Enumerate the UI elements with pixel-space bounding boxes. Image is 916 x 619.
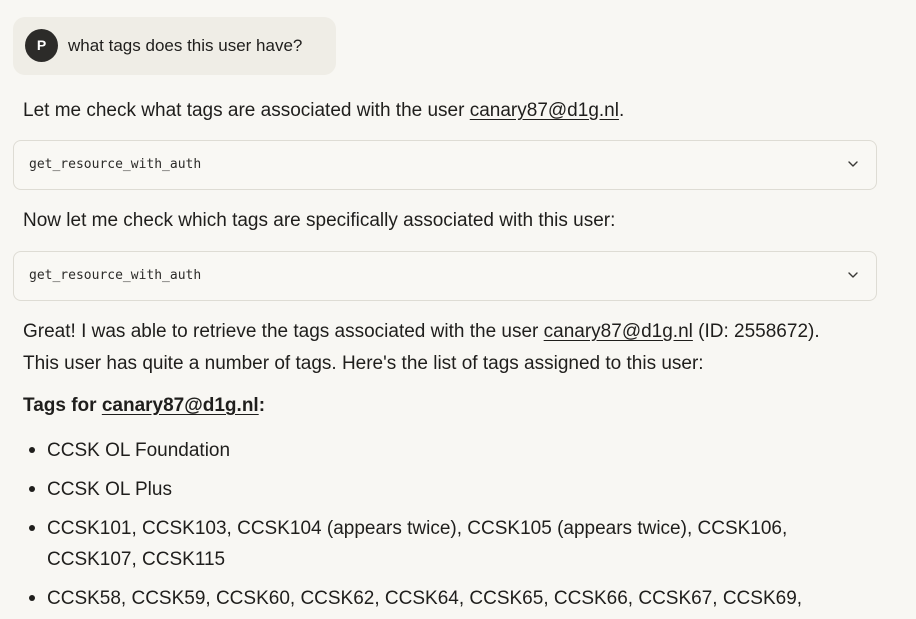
tags-heading-before: Tags for: [23, 395, 102, 416]
user-email-link[interactable]: canary87@d1g.nl: [544, 321, 693, 342]
user-email-link[interactable]: canary87@d1g.nl: [102, 395, 259, 416]
bullet-marker: [29, 486, 35, 492]
bullet-marker: [29, 447, 35, 453]
user-email-link[interactable]: canary87@d1g.nl: [470, 100, 619, 121]
list-item-text: CCSK101, CCSK103, CCSK104 (appears twice…: [47, 518, 788, 539]
tags-heading: Tags for canary87@d1g.nl:: [23, 394, 265, 418]
list-item-text: CCSK OL Plus: [47, 479, 172, 500]
chevron-down-icon[interactable]: [846, 157, 860, 171]
assistant-result-line-1: Great! I was able to retrieve the tags a…: [23, 320, 820, 344]
chevron-down-icon[interactable]: [846, 268, 860, 282]
assistant-result-line-2: This user has quite a number of tags. He…: [23, 353, 704, 374]
user-message-bubble: P what tags does this user have?: [13, 17, 336, 75]
result-text-before: Great! I was able to retrieve the tags a…: [23, 321, 544, 342]
tool-call-panel[interactable]: get_resource_with_auth: [13, 140, 877, 190]
result-text-after: (ID: 2558672).: [692, 321, 820, 342]
list-item-text: CCSK OL Foundation: [47, 440, 231, 461]
list-item-text: CCSK58, CCSK59, CCSK60, CCSK62, CCSK64, …: [47, 588, 803, 609]
assistant-intro-text: Let me check what tags are associated wi…: [23, 99, 624, 123]
user-message-text: what tags does this user have?: [68, 36, 303, 55]
intro-text-before: Let me check what tags are associated wi…: [23, 100, 470, 121]
tool-call-name: get_resource_with_auth: [29, 268, 202, 283]
tool-call-name: get_resource_with_auth: [29, 157, 202, 172]
assistant-followup-text: Now let me check which tags are specific…: [23, 210, 616, 231]
bullet-marker: [29, 525, 35, 531]
bullet-marker: [29, 595, 35, 601]
intro-text-after: .: [618, 100, 625, 121]
user-avatar: P: [25, 29, 58, 62]
tool-call-panel[interactable]: get_resource_with_auth: [13, 251, 877, 301]
tags-heading-after: :: [258, 395, 266, 416]
list-item-text-continued: CCSK107, CCSK115: [47, 549, 226, 570]
